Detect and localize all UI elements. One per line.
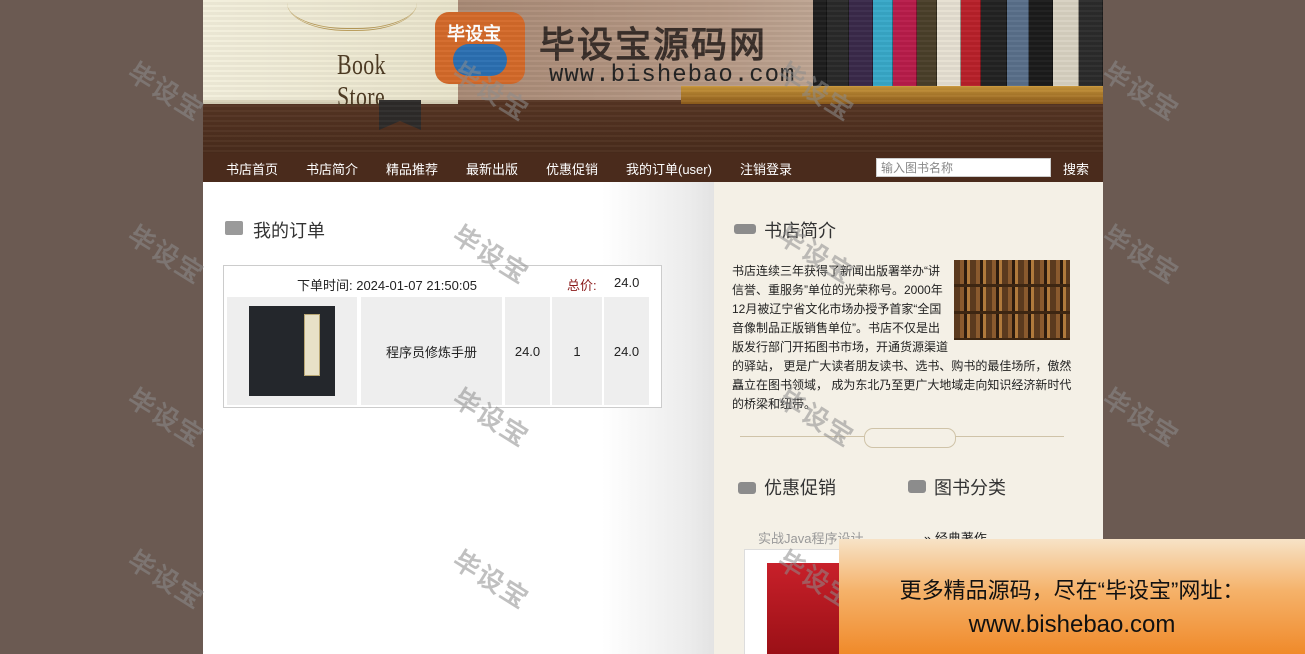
brand-band (458, 0, 1103, 100)
book-cover-thumbnail[interactable] (249, 306, 335, 396)
shelf-board (681, 86, 1103, 104)
watermark: 毕设宝 (1097, 382, 1185, 453)
logo-text: 毕设宝 (447, 24, 501, 44)
category-title: 图书分类 (934, 478, 1006, 498)
nav-about[interactable]: 书店简介 (306, 159, 358, 178)
nav-featured[interactable]: 精品推荐 (386, 159, 438, 178)
promo-icon (738, 482, 756, 494)
orders-icon (225, 221, 243, 235)
java-book-cover (767, 563, 841, 654)
search-input[interactable] (876, 158, 1051, 177)
intro-title: 书店简介 (764, 221, 836, 241)
brand-url: www.bishebao.com (549, 62, 796, 89)
promo-title: 优惠促销 (764, 478, 836, 498)
book-cover-image: Book Store (203, 0, 458, 113)
logo-face-icon (453, 44, 507, 76)
book-store-title: Book Store (337, 50, 386, 113)
book-label (304, 314, 320, 376)
watermark: 毕设宝 (1097, 56, 1185, 127)
header-banner: Book Store 毕设宝 毕设宝源码网 www.bishebao.com (203, 0, 1103, 153)
watermark: 毕设宝 (122, 219, 210, 290)
intro-text: 书店连续三年获得了新闻出版署举办“讲信誉、重服务”单位的光荣称号。2000年12… (732, 262, 1072, 414)
order-item-quantity: 1 (552, 297, 602, 405)
order-item-price: 24.0 (505, 297, 550, 405)
watermark: 毕设宝 (1097, 219, 1185, 290)
book-icon (734, 224, 756, 234)
order-item-subtotal: 24.0 (604, 297, 649, 405)
main-nav: 书店首页 书店简介 精品推荐 最新出版 优惠促销 我的订单(user) 注销登录… (203, 153, 1103, 182)
divider-ornament (864, 428, 956, 448)
order-item-image-cell (227, 297, 357, 405)
watermark: 毕设宝 (122, 544, 210, 615)
watermark: 毕设宝 (122, 56, 210, 127)
ornament (287, 0, 417, 31)
bookmark-ribbon (379, 100, 421, 130)
order-item-name[interactable]: 程序员修炼手册 (361, 297, 502, 405)
order-card: 下单时间: 2024-01-07 21:50:05 总价: 24.0 程序员修炼… (223, 265, 662, 408)
nav-logout[interactable]: 注销登录 (740, 159, 792, 178)
nav-my-orders[interactable]: 我的订单(user) (626, 159, 712, 178)
nav-home[interactable]: 书店首页 (226, 159, 278, 178)
brand-logo: 毕设宝 (435, 12, 525, 84)
watermark: 毕设宝 (122, 382, 210, 453)
orders-title: 我的订单 (253, 221, 325, 241)
promo-banner[interactable]: 更多精品源码，尽在“毕设宝”网址： www.bishebao.com (839, 539, 1305, 654)
nav-new-releases[interactable]: 最新出版 (466, 159, 518, 178)
nav-promotions[interactable]: 优惠促销 (546, 159, 598, 178)
order-total-label: 总价: (567, 278, 597, 293)
bookshelf-image (813, 0, 1103, 86)
order-total: 24.0 (614, 275, 640, 290)
banner-url: www.bishebao.com (968, 611, 1176, 638)
banner-text: 更多精品源码，尽在“毕设宝”网址： (899, 578, 1245, 603)
category-icon (908, 480, 926, 493)
brand-name: 毕设宝源码网 (539, 24, 768, 65)
search-button[interactable]: 搜索 (1063, 159, 1089, 178)
order-time: 下单时间: 2024-01-07 21:50:05 (297, 278, 477, 293)
orders-section: 我的订单 下单时间: 2024-01-07 21:50:05 总价: 24.0 … (203, 182, 714, 654)
